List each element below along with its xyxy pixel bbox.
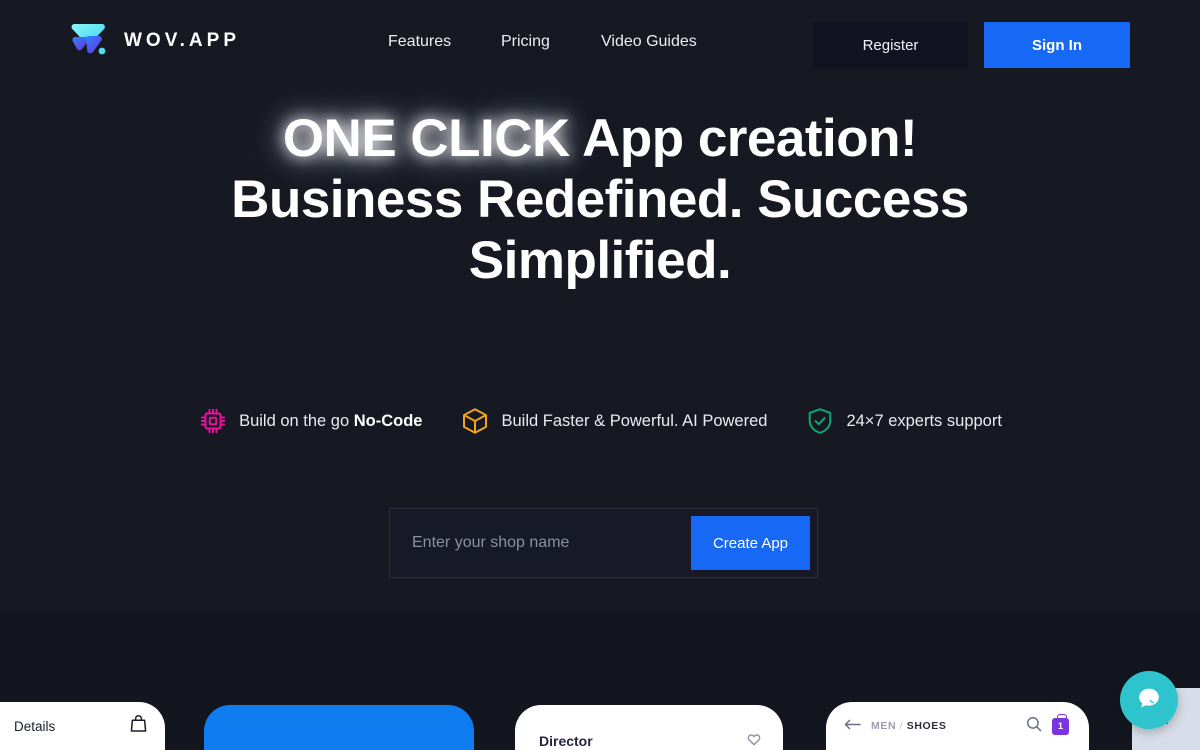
brand-name: WOV.APP (124, 30, 240, 51)
breadcrumb-current: SHOES (906, 720, 947, 732)
nav-item-features[interactable]: Features (388, 33, 501, 51)
cart-badge[interactable]: 1 (1052, 713, 1069, 735)
breadcrumb: MEN / SHOES (871, 720, 947, 732)
shopping-bag-icon[interactable] (130, 714, 147, 738)
badge-ai-powered-label: Build Faster & Powerful. AI Powered (501, 411, 768, 430)
breadcrumb-separator: / (899, 720, 904, 732)
main-nav: Features Pricing Video Guides (388, 33, 721, 51)
badge-no-code: Build on the go No-Code (198, 406, 422, 436)
headline-line-3: Simplified. (468, 231, 732, 290)
sign-in-button[interactable]: Sign In (984, 22, 1130, 68)
landing-page: WOV.APP Features Pricing Video Guides Re… (0, 0, 1200, 750)
heart-icon[interactable] (747, 733, 761, 749)
register-button[interactable]: Register (813, 22, 968, 68)
showcase-card-details[interactable]: Details (0, 702, 165, 750)
create-app-button[interactable]: Create App (691, 516, 810, 570)
product-title: Director (539, 733, 593, 749)
shop-name-input[interactable] (390, 509, 691, 577)
showcase-section: Details Director MEN / SHOES 1 (0, 612, 1200, 750)
search-icon[interactable] (1026, 716, 1042, 737)
showcase-card-blue[interactable] (204, 705, 474, 750)
badge-support: 24×7 experts support (805, 406, 1002, 436)
cube-box-icon (460, 406, 490, 436)
feature-badges: Build on the go No-Code Build Faster & P… (0, 406, 1200, 436)
site-header: WOV.APP Features Pricing Video Guides Re… (0, 0, 1200, 90)
headline-highlight: ONE CLICK (282, 109, 571, 168)
headline-line-2: Business Redefined. Success (231, 170, 969, 229)
create-app-form: Create App (389, 508, 818, 578)
headline-rest: App creation! (569, 109, 918, 168)
breadcrumb-category[interactable]: MEN (871, 720, 896, 732)
details-label: Details (14, 718, 56, 734)
showcase-card-shop[interactable]: MEN / SHOES 1 (826, 702, 1089, 750)
wov-chevron-logo-icon (68, 20, 110, 62)
chat-bubble-button[interactable] (1120, 671, 1178, 729)
chat-bubble-icon (1135, 684, 1163, 717)
hero-headline: ONE CLICK App creation! Business Redefin… (0, 108, 1200, 291)
showcase-card-product[interactable]: Director (515, 705, 783, 750)
badge-ai-powered: Build Faster & Powerful. AI Powered (460, 406, 767, 436)
brand-logo[interactable]: WOV.APP (68, 20, 240, 62)
hero-section: ONE CLICK App creation! Business Redefin… (0, 108, 1200, 291)
badge-no-code-label: Build on the go No-Code (239, 411, 423, 430)
shield-check-icon (805, 406, 835, 436)
cpu-chip-icon (198, 406, 228, 436)
arrow-left-icon[interactable] (844, 717, 861, 735)
badge-support-label: 24×7 experts support (846, 411, 1002, 430)
nav-item-pricing[interactable]: Pricing (501, 33, 601, 51)
auth-actions: Register Sign In (813, 22, 1130, 68)
nav-item-video-guides[interactable]: Video Guides (601, 33, 721, 51)
